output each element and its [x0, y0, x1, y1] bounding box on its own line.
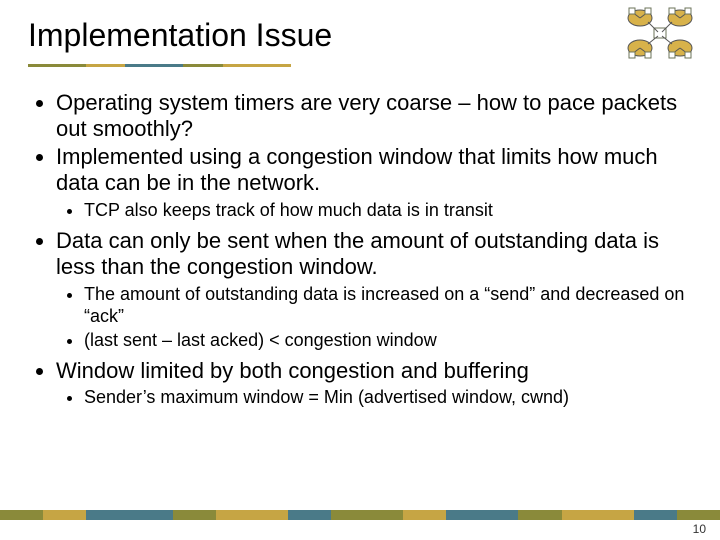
bar-seg [86, 510, 172, 520]
bullet-text: Data can only be sent when the amount of… [56, 228, 659, 279]
bullet-text: Implemented using a congestion window th… [56, 144, 658, 195]
sub-bullet-list: The amount of outstanding data is increa… [56, 284, 700, 352]
bullet: Implemented using a congestion window th… [56, 144, 700, 222]
bar-seg [43, 510, 86, 520]
sub-bullet: (last sent – last acked) < congestion wi… [84, 330, 700, 352]
bullet: Data can only be sent when the amount of… [56, 228, 700, 352]
slide-title: Implementation Issue [28, 18, 600, 53]
sub-bullet: Sender’s maximum window = Min (advertise… [84, 387, 700, 409]
slide-body: Operating system timers are very coarse … [34, 90, 700, 415]
slide: Implementation Issue [0, 0, 720, 540]
bar-seg [216, 510, 288, 520]
bullet-list: Operating system timers are very coarse … [34, 90, 700, 409]
bar-seg [446, 510, 518, 520]
sub-bullet-list: TCP also keeps track of how much data is… [56, 200, 700, 222]
underline-seg [183, 64, 222, 67]
bullet: Window limited by both congestion and bu… [56, 358, 700, 410]
underline-seg [125, 64, 183, 67]
bar-seg [518, 510, 561, 520]
title-underline [28, 64, 291, 67]
bar-seg [288, 510, 331, 520]
sub-bullet: The amount of outstanding data is increa… [84, 284, 700, 328]
bar-seg [331, 510, 403, 520]
footer-color-bar [0, 510, 720, 520]
sub-bullet: TCP also keeps track of how much data is… [84, 200, 700, 222]
bar-seg [0, 510, 43, 520]
network-cluster-icon [610, 4, 710, 68]
bullet: Operating system timers are very coarse … [56, 90, 700, 142]
underline-seg [28, 64, 86, 67]
bar-seg [173, 510, 216, 520]
bullet-text: Window limited by both congestion and bu… [56, 358, 529, 383]
bar-seg [634, 510, 677, 520]
underline-seg [223, 64, 291, 67]
sub-bullet-list: Sender’s maximum window = Min (advertise… [56, 387, 700, 409]
bar-seg [403, 510, 446, 520]
underline-seg [86, 64, 125, 67]
bar-seg [677, 510, 720, 520]
bar-seg [562, 510, 634, 520]
page-number: 10 [693, 522, 706, 536]
